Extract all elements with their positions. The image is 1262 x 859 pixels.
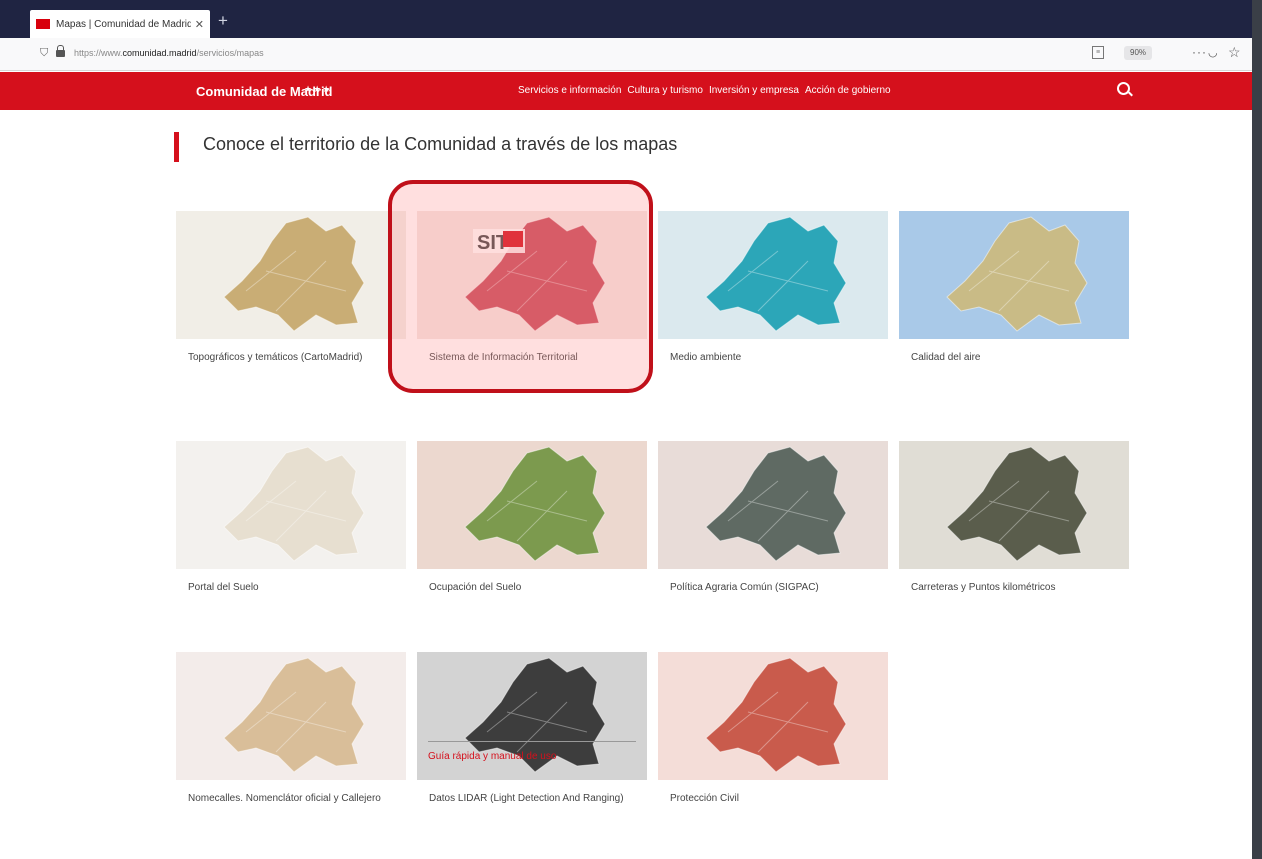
map-thumbnail[interactable]	[899, 441, 1129, 569]
nav-link[interactable]: Servicios e información	[518, 85, 621, 96]
address-bar: ⛉ https://www.comunidad.madrid/servicios…	[0, 38, 1252, 71]
map-card-label[interactable]: Datos LIDAR (Light Detection And Ranging…	[417, 790, 629, 807]
page-title: Conoce el territorio de la Comunidad a t…	[203, 134, 678, 154]
map-card[interactable]: Ocupación del Suelo	[417, 441, 647, 596]
map-card[interactable]: Datos LIDAR (Light Detection And Ranging…	[417, 652, 647, 807]
zoom-level-button[interactable]: 90%	[1124, 46, 1153, 60]
nav-link[interactable]: Inversión y empresa	[709, 85, 799, 96]
map-card-label[interactable]: Política Agraria Común (SIGPAC)	[658, 579, 870, 596]
window-edge	[1252, 0, 1262, 859]
map-card-label[interactable]: Carreteras y Puntos kilométricos	[899, 579, 1111, 596]
lock-icon[interactable]	[56, 45, 65, 57]
map-card[interactable]: SIT Sistema de Información Territorial	[417, 211, 647, 366]
map-card[interactable]: Nomecalles. Nomenclátor oficial y Callej…	[176, 652, 406, 807]
map-thumbnail[interactable]	[176, 652, 406, 780]
map-thumbnail[interactable]	[899, 211, 1129, 339]
browser-tab-bar: Mapas | Comunidad de Madrid ✕ +	[0, 0, 1252, 38]
map-thumbnail[interactable]	[658, 652, 888, 780]
reader-view-icon[interactable]: ≡	[1092, 46, 1104, 59]
nav-link[interactable]: Cultura y turismo	[627, 85, 703, 96]
pocket-icon[interactable]: ◡	[1208, 46, 1218, 59]
map-card[interactable]: Carreteras y Puntos kilométricos	[899, 441, 1129, 596]
map-card[interactable]: Topográficos y temáticos (CartoMadrid)	[176, 211, 406, 366]
map-thumbnail[interactable]	[658, 441, 888, 569]
map-card-label[interactable]: Nomecalles. Nomenclátor oficial y Callej…	[176, 790, 388, 807]
map-card[interactable]: Protección Civil	[658, 652, 888, 807]
browser-tab[interactable]: Mapas | Comunidad de Madrid ✕	[30, 10, 210, 38]
site-nav: Comunidad de Madrid ★★★ Servicios e info…	[0, 72, 1252, 110]
favicon-icon	[36, 19, 50, 29]
map-card-label[interactable]: Medio ambiente	[658, 349, 870, 366]
map-card-label[interactable]: Ocupación del Suelo	[417, 579, 629, 596]
map-card[interactable]: Calidad del aire	[899, 211, 1129, 366]
new-tab-button[interactable]: +	[218, 11, 228, 31]
more-actions-icon[interactable]: ···	[1192, 45, 1207, 59]
divider	[428, 741, 636, 742]
stars-logo-icon: ★★★	[304, 84, 332, 94]
tab-close-icon[interactable]: ✕	[195, 18, 204, 31]
map-card[interactable]: Portal del Suelo	[176, 441, 406, 596]
main-menu: Servicios e información Cultura y turismo…	[518, 85, 897, 96]
bookmark-star-icon[interactable]: ☆	[1228, 44, 1241, 61]
map-card-label[interactable]: Sistema de Información Territorial	[417, 349, 629, 366]
map-card-label[interactable]: Topográficos y temáticos (CartoMadrid)	[176, 349, 388, 366]
search-icon[interactable]	[1117, 82, 1130, 95]
map-thumbnail[interactable]	[176, 441, 406, 569]
guide-link[interactable]: Guía rápida y manual de uso	[428, 751, 556, 762]
map-thumbnail[interactable]	[176, 211, 406, 339]
map-thumbnail[interactable]	[417, 441, 647, 569]
title-accent-bar	[174, 132, 179, 162]
map-card-label[interactable]: Portal del Suelo	[176, 579, 388, 596]
url-field[interactable]: https://www.comunidad.madrid/servicios/m…	[74, 48, 264, 58]
map-card-label[interactable]: Calidad del aire	[899, 349, 1111, 366]
tracking-shield-icon[interactable]: ⛉	[40, 47, 48, 60]
map-card[interactable]: Política Agraria Común (SIGPAC)	[658, 441, 888, 596]
map-thumbnail[interactable]: SIT	[417, 211, 647, 339]
tab-title: Mapas | Comunidad de Madrid	[56, 18, 191, 30]
nav-link[interactable]: Acción de gobierno	[805, 85, 891, 96]
map-card-label[interactable]: Protección Civil	[658, 790, 870, 807]
map-thumbnail[interactable]	[658, 211, 888, 339]
map-card[interactable]: Medio ambiente	[658, 211, 888, 366]
